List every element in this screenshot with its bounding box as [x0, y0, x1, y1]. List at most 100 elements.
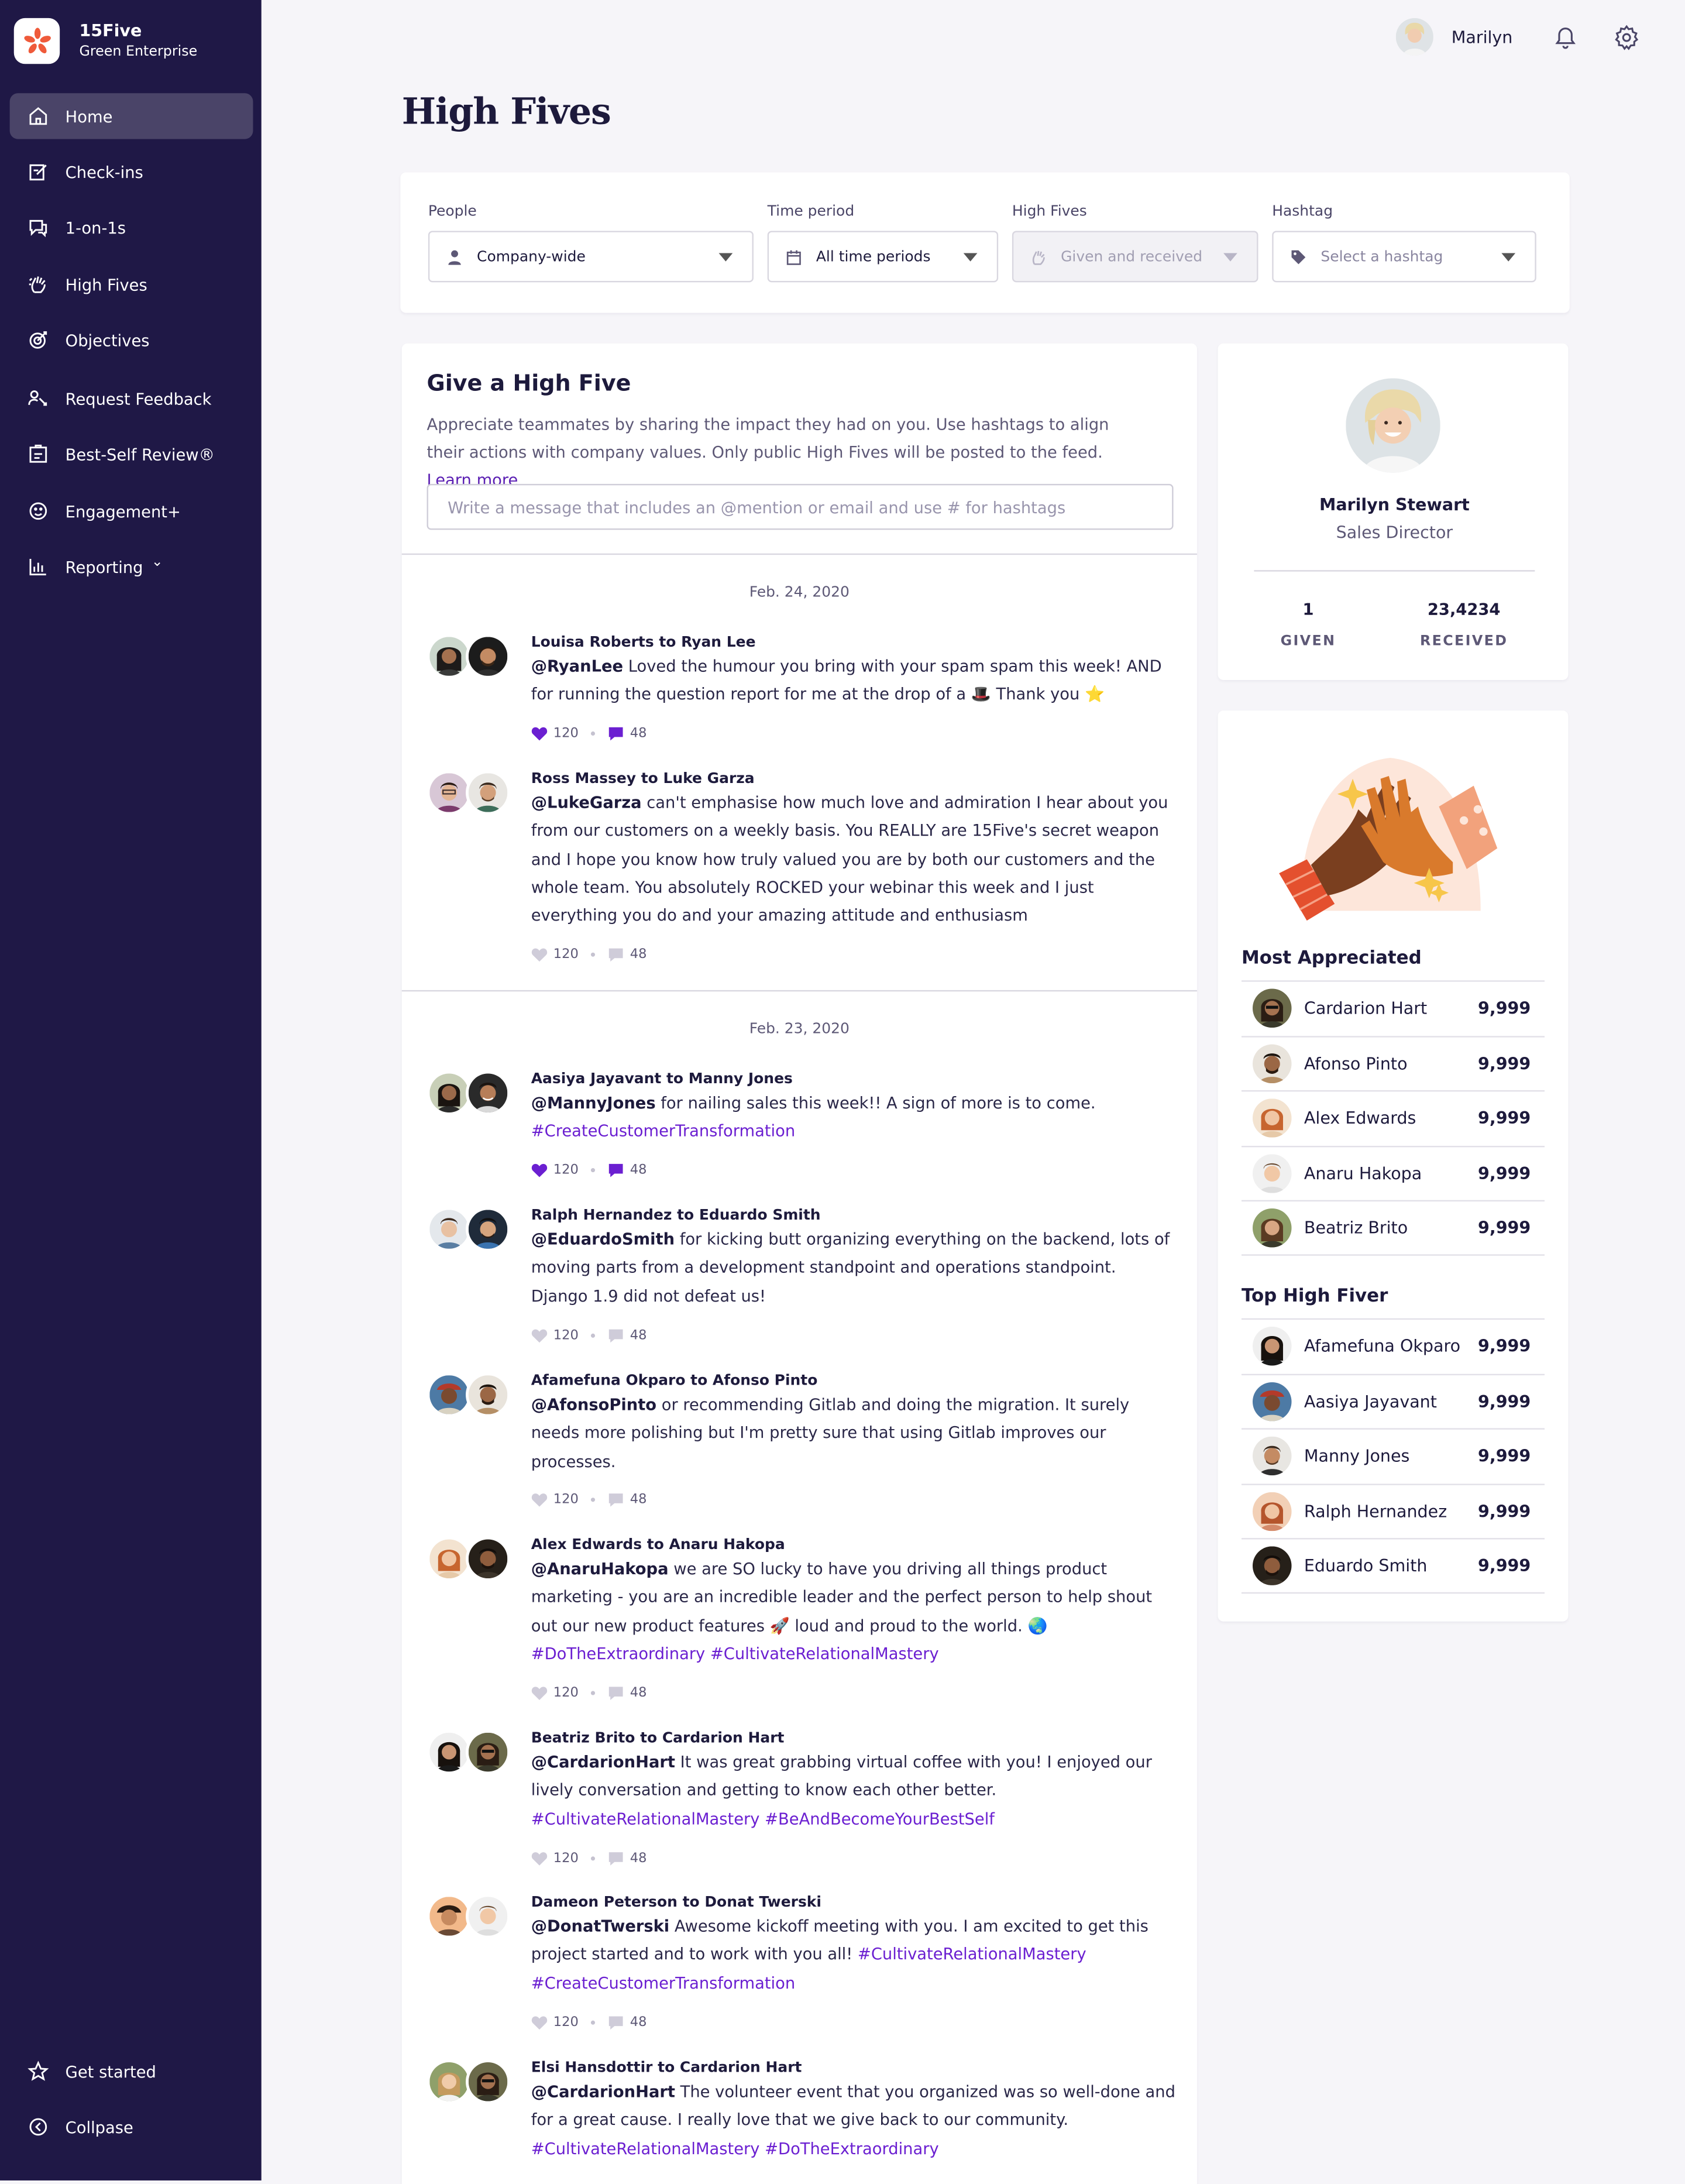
comment-icon[interactable]	[608, 947, 625, 962]
nav-collapse[interactable]: Collpase	[10, 2104, 253, 2149]
hashtag-link[interactable]: #CreateCustomerTransformation	[531, 1121, 795, 1141]
nav-1-on-1s[interactable]: 1-on-1s	[10, 204, 253, 250]
sidebar: 15Five Green Enterprise Home Check-ins 1…	[0, 0, 262, 2180]
15five-logo	[13, 18, 60, 64]
select-value: All time periods	[816, 248, 931, 265]
time-select[interactable]: All time periods	[767, 231, 999, 283]
hashtag-link[interactable]: #CultivateRelationalMastery #DoTheExtrao…	[531, 2138, 939, 2158]
gear-icon[interactable]	[1612, 23, 1641, 51]
leaderboard-row[interactable]: Eduardo Smith 9,999	[1241, 1538, 1545, 1593]
comment-icon[interactable]	[608, 1685, 625, 1701]
comment-icon[interactable]	[608, 726, 625, 741]
like-count: 120	[553, 2015, 579, 2031]
sender-avatar[interactable]	[427, 770, 472, 815]
post-title: Elsi Hansdottir to Cardarion Hart	[531, 2059, 802, 2076]
mention-link[interactable]: @RyanLee	[531, 657, 623, 676]
received-count: 23,4234	[1427, 599, 1501, 619]
recipient-avatar[interactable]	[466, 770, 511, 815]
select-value: Company-wide	[477, 248, 586, 265]
leaderboard-row[interactable]: Alex Edwards 9,999	[1241, 1090, 1545, 1145]
recipient-avatar[interactable]	[466, 1070, 511, 1115]
comment-icon[interactable]	[608, 1328, 625, 1343]
sender-avatar[interactable]	[427, 1730, 472, 1775]
highfives-select[interactable]: Given and received	[1012, 231, 1258, 283]
leaderboard-row[interactable]: Cardarion Hart 9,999	[1241, 980, 1545, 1035]
leaderboard-row[interactable]: Manny Jones 9,999	[1241, 1428, 1545, 1483]
sender-avatar[interactable]	[427, 1207, 472, 1252]
recipient-avatar[interactable]	[466, 2059, 511, 2104]
recipient-avatar[interactable]	[466, 1207, 511, 1252]
leader-score: 9,999	[1478, 1446, 1531, 1467]
nav-engagement[interactable]: Engagement+	[10, 488, 253, 534]
people-select[interactable]: Company-wide	[428, 231, 754, 283]
high-five-message-input[interactable]: Write a message that includes an @mentio…	[427, 483, 1174, 530]
like-count: 120	[553, 1492, 579, 1507]
avatar	[1252, 1327, 1292, 1366]
post-text: Loved the humour you bring with your spa…	[531, 656, 1162, 705]
nav-high-fives[interactable]: High Fives	[10, 262, 253, 307]
mention-link[interactable]: @DonatTwerski	[531, 1916, 669, 1935]
calendar-icon	[786, 249, 801, 265]
recipient-avatar[interactable]	[466, 1894, 511, 1939]
heart-icon[interactable]	[531, 726, 548, 741]
heart-icon[interactable]	[531, 1851, 548, 1866]
user-menu[interactable]: Marilyn	[1395, 18, 1512, 56]
avatar	[1252, 1043, 1292, 1083]
leader-name: Manny Jones	[1304, 1446, 1410, 1467]
leaderboard-row[interactable]: Ralph Hernandez 9,999	[1241, 1483, 1545, 1538]
nav-label: High Fives	[65, 274, 147, 294]
bell-icon[interactable]	[1552, 23, 1580, 51]
sender-avatar[interactable]	[427, 1894, 472, 1939]
brand[interactable]: 15Five Green Enterprise	[13, 18, 197, 64]
recipient-avatar[interactable]	[466, 1730, 511, 1775]
heart-icon[interactable]	[531, 1685, 548, 1701]
comment-icon[interactable]	[608, 2015, 625, 2030]
avatar	[1252, 1492, 1292, 1531]
comment-icon[interactable]	[608, 1163, 625, 1178]
recipient-avatar[interactable]	[466, 1536, 511, 1581]
nav-get-started[interactable]: Get started	[10, 2048, 253, 2094]
mention-link[interactable]: @CardarionHart	[531, 2082, 675, 2101]
heart-icon[interactable]	[531, 947, 548, 962]
mention-link[interactable]: @EduardoSmith	[531, 1230, 675, 1249]
give-description: Appreciate teammates by sharing the impa…	[427, 410, 1150, 494]
most-appreciated-title: Most Appreciated	[1241, 948, 1422, 970]
nav-objectives[interactable]: Objectives	[10, 317, 253, 363]
nav-reporting[interactable]: Reporting ⌄	[10, 544, 253, 589]
comment-icon[interactable]	[608, 1851, 625, 1866]
hashtag-select[interactable]: Select a hashtag	[1272, 231, 1536, 283]
nav-check-ins[interactable]: Check-ins	[10, 149, 253, 194]
mention-link[interactable]: @AfonsoPinto	[531, 1395, 656, 1414]
leaderboard-row[interactable]: Anaru Hakopa 9,999	[1241, 1145, 1545, 1200]
profile-avatar[interactable]	[1346, 378, 1440, 473]
mention-link[interactable]: @CardarionHart	[531, 1752, 675, 1771]
heart-icon[interactable]	[531, 2015, 548, 2030]
mention-link[interactable]: @MannyJones	[531, 1093, 656, 1112]
post-title: Beatriz Brito to Cardarion Hart	[531, 1730, 785, 1747]
nav-request-feedback[interactable]: Request Feedback	[10, 376, 253, 421]
sender-avatar[interactable]	[427, 1070, 472, 1115]
sender-avatar[interactable]	[427, 1536, 472, 1581]
sender-avatar[interactable]	[427, 1372, 472, 1417]
leaderboard-row[interactable]: Afamefuna Okparo 9,999	[1241, 1318, 1545, 1373]
recipient-avatar[interactable]	[466, 1372, 511, 1417]
hashtag-link[interactable]: #DoTheExtraordinary #CultivateRelational…	[531, 1643, 939, 1663]
leaderboard-row[interactable]: Aasiya Jayavant 9,999	[1241, 1373, 1545, 1428]
heart-icon[interactable]	[531, 1492, 548, 1507]
leaderboard-row[interactable]: Afonso Pinto 9,999	[1241, 1035, 1545, 1090]
nav-best-self-review[interactable]: Best-Self Review®	[10, 431, 253, 477]
post-text: can't emphasise how much love and admira…	[531, 792, 1168, 925]
mention-link[interactable]: @AnaruHakopa	[531, 1559, 669, 1578]
leader-name: Aasiya Jayavant	[1304, 1392, 1437, 1412]
sender-avatar[interactable]	[427, 634, 472, 679]
recipient-avatar[interactable]	[466, 634, 511, 679]
leader-score: 9,999	[1478, 1163, 1531, 1183]
leaderboard-row[interactable]: Beatriz Brito 9,999	[1241, 1200, 1545, 1255]
nav-home[interactable]: Home	[9, 93, 253, 139]
mention-link[interactable]: @LukeGarza	[531, 792, 642, 812]
sender-avatar[interactable]	[427, 2059, 472, 2104]
heart-icon[interactable]	[531, 1328, 548, 1343]
hashtag-link[interactable]: #CultivateRelationalMastery #BeAndBecome…	[531, 1809, 995, 1828]
heart-icon[interactable]	[531, 1163, 548, 1178]
comment-icon[interactable]	[608, 1492, 625, 1507]
